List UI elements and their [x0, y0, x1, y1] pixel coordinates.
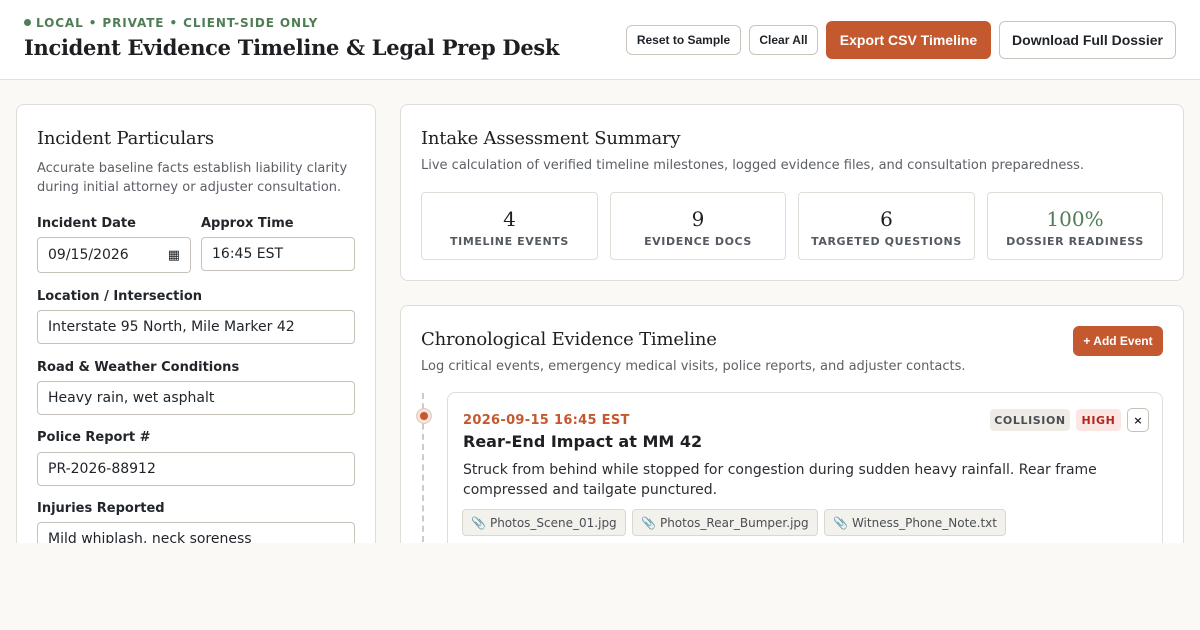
location-label: Location / Intersection: [37, 289, 203, 304]
stat-targeted-questions: 6 TARGETED QUESTIONS: [798, 192, 975, 260]
stat-value: 100%: [1046, 207, 1104, 231]
attachment-name: Photos_Scene_01.jpg: [489, 515, 617, 530]
incident-date-label: Incident Date: [37, 216, 136, 231]
attachment-name: Witness_Phone_Note.txt: [851, 515, 997, 530]
incident-particulars-card: Incident Particulars Accurate baseline f…: [16, 104, 376, 564]
stat-value: 6: [880, 207, 893, 231]
event-type-badge: COLLISION: [990, 409, 1070, 431]
paperclip-icon: 📎: [641, 515, 656, 530]
approx-time-value: 16:45 EST: [212, 246, 284, 262]
eyebrow-text: LOCAL • PRIVATE • CLIENT-SIDE ONLY: [36, 16, 319, 30]
timeline-description: Log critical events, emergency medical v…: [421, 359, 966, 374]
injuries-label: Injuries Reported: [37, 501, 165, 516]
event-title: Rear-End Impact at MM 42: [463, 432, 703, 451]
conditions-label: Road & Weather Conditions: [37, 360, 240, 375]
stat-value: 9: [691, 207, 705, 231]
privacy-eyebrow: LOCAL • PRIVATE • CLIENT-SIDE ONLY: [24, 16, 318, 30]
event-description: Struck from behind while stopped for con…: [463, 462, 1097, 498]
download-dossier-button[interactable]: Download Full Dossier: [999, 21, 1176, 59]
app-title: Incident Evidence Timeline & Legal Prep …: [24, 35, 560, 60]
police-report-label: Police Report #: [37, 430, 151, 445]
timeline-marker-icon: [417, 409, 431, 423]
summary-title: Intake Assessment Summary: [421, 128, 681, 149]
conditions-value: Heavy rain, wet asphalt: [48, 390, 215, 406]
incident-date-input[interactable]: 09/15/2026 ▦: [37, 237, 191, 273]
stat-label: EVIDENCE DOCS: [644, 235, 752, 248]
viewport-cutoff: [0, 543, 1200, 630]
paperclip-icon: 📎: [471, 515, 486, 530]
approx-time-input[interactable]: 16:45 EST: [201, 237, 355, 271]
police-report-input[interactable]: PR-2026-88912: [37, 452, 355, 486]
stat-timeline-events: 4 TIMELINE EVENTS: [421, 192, 598, 260]
calendar-icon[interactable]: ▦: [168, 248, 180, 263]
police-report-value: PR-2026-88912: [48, 461, 156, 477]
attachment-chip[interactable]: 📎 Witness_Phone_Note.txt: [824, 509, 1006, 536]
approx-time-label: Approx Time: [201, 216, 294, 231]
incident-date-value: 09/15/2026: [48, 247, 129, 263]
particulars-title: Incident Particulars: [37, 128, 214, 149]
stat-dossier-readiness: 100% DOSSIER READINESS: [987, 192, 1163, 260]
stat-label: DOSSIER READINESS: [1006, 235, 1144, 248]
paperclip-icon: 📎: [833, 515, 848, 530]
particulars-description: Accurate baseline facts establish liabil…: [37, 161, 348, 195]
export-csv-button[interactable]: Export CSV Timeline: [826, 21, 991, 59]
remove-event-button[interactable]: ×: [1127, 408, 1149, 432]
event-severity-badge: HIGH: [1076, 409, 1121, 431]
reset-to-sample-button[interactable]: Reset to Sample: [626, 25, 741, 55]
summary-description: Live calculation of verified timeline mi…: [421, 158, 1084, 173]
event-datetime: 2026-09-15 16:45 EST: [463, 413, 630, 428]
attachment-name: Photos_Rear_Bumper.jpg: [659, 515, 809, 530]
add-event-button[interactable]: + Add Event: [1073, 326, 1163, 356]
conditions-input[interactable]: Heavy rain, wet asphalt: [37, 381, 355, 415]
attachment-chip[interactable]: 📎 Photos_Scene_01.jpg: [462, 509, 626, 536]
stat-label: TARGETED QUESTIONS: [811, 235, 962, 248]
app-header: LOCAL • PRIVATE • CLIENT-SIDE ONLY Incid…: [0, 0, 1200, 80]
attachment-chip[interactable]: 📎 Photos_Rear_Bumper.jpg: [632, 509, 818, 536]
clear-all-button[interactable]: Clear All: [749, 25, 818, 55]
status-dot-icon: [24, 19, 31, 26]
stat-value: 4: [503, 207, 516, 231]
intake-summary-card: Intake Assessment Summary Live calculati…: [400, 104, 1184, 281]
location-value: Interstate 95 North, Mile Marker 42: [48, 319, 295, 335]
stat-label: TIMELINE EVENTS: [450, 235, 569, 248]
location-input[interactable]: Interstate 95 North, Mile Marker 42: [37, 310, 355, 344]
stat-evidence-docs: 9 EVIDENCE DOCS: [610, 192, 786, 260]
timeline-title: Chronological Evidence Timeline: [421, 329, 717, 350]
